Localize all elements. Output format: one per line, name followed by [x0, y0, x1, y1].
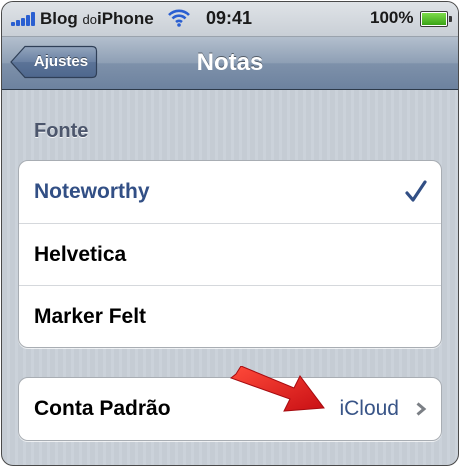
carrier-name: Blog doiPhone: [40, 9, 154, 28]
chevron-right-icon: [415, 402, 427, 416]
checkmark-icon: [405, 180, 427, 204]
signal-bars-icon: [11, 12, 37, 26]
status-bar: Blog doiPhone 09:41 100%: [2, 2, 458, 37]
default-account-value: iCloud: [339, 397, 399, 420]
font-option-marker-felt[interactable]: Marker Felt: [19, 285, 441, 347]
font-options-group: Noteworthy Helvetica Marker Felt: [18, 160, 442, 348]
page-title: Notas: [196, 49, 264, 76]
red-arrow-icon: [229, 365, 330, 418]
navigation-bar: Ajustes Notas: [2, 37, 458, 90]
font-option-label: Noteworthy: [34, 180, 150, 203]
battery-percentage: 100%: [370, 8, 414, 27]
status-time: 09:41: [206, 8, 253, 28]
font-option-noteworthy[interactable]: Noteworthy: [19, 161, 441, 223]
font-option-label: Helvetica: [34, 243, 127, 266]
back-button-label: Ajustes: [33, 53, 89, 70]
wifi-icon: [168, 8, 190, 33]
phone-screen: Blog doiPhone 09:41 100% Ajustes Notas F…: [1, 1, 459, 466]
default-account-label: Conta Padrão: [34, 397, 171, 420]
font-option-helvetica[interactable]: Helvetica: [19, 223, 441, 286]
back-button[interactable]: Ajustes: [10, 45, 98, 79]
section-header-font: Fonte: [34, 120, 89, 142]
font-option-label: Marker Felt: [34, 305, 147, 328]
battery-icon: [420, 11, 452, 27]
